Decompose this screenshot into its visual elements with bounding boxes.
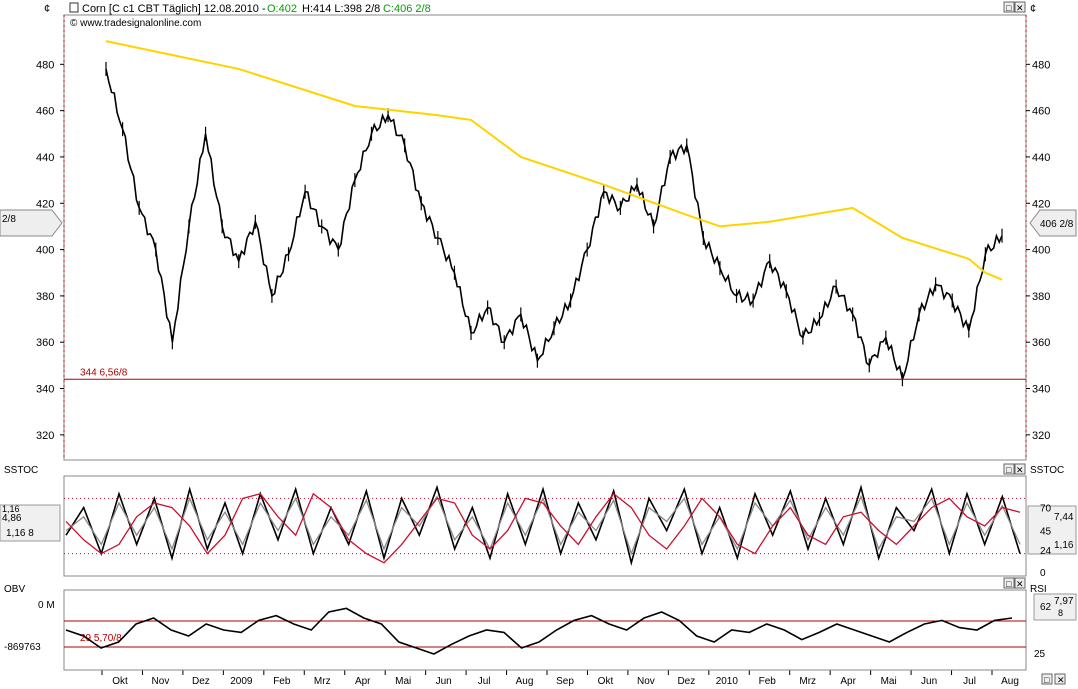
y-tick-label-left: 360 — [36, 337, 54, 349]
y-tick-label-left: 460 — [36, 106, 54, 118]
x-tick-label: Apr — [355, 676, 371, 687]
maximize-icon[interactable]: □ — [1006, 579, 1012, 589]
rsi-value: 7,97 — [1054, 596, 1074, 607]
stoch-tick-label: 24 — [1040, 546, 1052, 557]
x-tick-label: Mrz — [314, 676, 331, 687]
stoch-panel-controls[interactable]: □ ✕ — [1003, 463, 1026, 475]
stoch-left-value-2: 1,16 8 — [6, 528, 34, 539]
y-tick-label-left: 400 — [36, 245, 54, 257]
x-tick-label: Aug — [1001, 676, 1019, 687]
x-tick-label: Nov — [152, 676, 170, 687]
obv-panel-controls[interactable]: □ ✕ — [1003, 577, 1026, 589]
y-tick-label-right: 360 — [1032, 337, 1050, 349]
x-tick-label: Mai — [881, 676, 897, 687]
x-tick-label: Jul — [963, 676, 976, 687]
close-icon[interactable]: ✕ — [1057, 675, 1065, 685]
stoch-left-value-1: 4,86 — [2, 513, 22, 524]
maximize-icon[interactable]: □ — [1006, 3, 1012, 13]
copyright: © www.tradesignalonline.com — [70, 18, 201, 29]
left-price-tag: 2/8 — [0, 209, 63, 237]
x-tick-label: Feb — [759, 676, 777, 687]
stoch-tick-label: 0 — [1040, 568, 1046, 579]
stoch-tick-label: 70 — [1040, 504, 1052, 515]
x-tick-label: Dez — [677, 676, 695, 687]
y-tick-label-right: 320 — [1032, 430, 1050, 442]
y-tick-label-right: 480 — [1032, 59, 1050, 71]
ohlc-icon — [69, 2, 79, 13]
stoch-left-value-0: 1,16 — [2, 504, 20, 514]
obv-title[interactable]: OBV — [4, 584, 25, 595]
x-tick-label: Dez — [192, 676, 210, 687]
obv-value-label: -869763 — [4, 642, 41, 653]
x-tick-label: Aug — [516, 676, 534, 687]
rsi-value-sub: 8 — [1058, 608, 1063, 618]
x-tick-label: Apr — [840, 676, 856, 687]
stoch-right-value-2: 1,16 — [1054, 540, 1074, 551]
x-tick-label: 2009 — [230, 676, 253, 687]
chart-canvas: ¢ ¢ Corn [C c1 CBT Täglich] 12.08.2010 -… — [0, 1, 1077, 687]
x-tick-label: Nov — [637, 676, 655, 687]
left-price-tag-text: 2/8 — [2, 214, 16, 225]
x-tick-label: Mrz — [799, 676, 816, 687]
stochastic-panel — [63, 475, 1027, 577]
right-price-tag: 406 2/8 — [1029, 209, 1077, 237]
obv-zero-label: 0 M — [38, 600, 55, 611]
x-tick-label: Mai — [395, 676, 411, 687]
price-panel-controls[interactable]: □ ✕ — [1003, 1, 1026, 13]
stoch-tick-label: 45 — [1040, 527, 1052, 538]
y-tick-label-left: 420 — [36, 198, 54, 210]
close-icon[interactable]: ✕ — [1016, 465, 1024, 475]
support-label: 344 6,56/8 — [80, 367, 128, 378]
time-axis: Okt Nov Dez 2009 Feb Mrz Apr Mai Jun Jul Aug Sep Okt… — [64, 669, 1026, 687]
stoch-title-left[interactable]: SSTOC — [4, 465, 38, 476]
y-tick-label-left: 340 — [36, 384, 54, 396]
open-value: O:402 — [267, 3, 297, 15]
y-tick-label-right: 460 — [1032, 106, 1050, 118]
y-tick-label-right: 400 — [1032, 245, 1050, 257]
x-tick-label: Okt — [598, 676, 614, 687]
rsi-title[interactable]: RSI — [1030, 584, 1047, 595]
x-tick-label: 2010 — [716, 676, 739, 687]
bottom-controls[interactable]: □ ✕ — [1041, 673, 1066, 685]
close-icon[interactable]: ✕ — [1016, 3, 1024, 13]
stoch-title-right[interactable]: SSTOC — [1030, 465, 1064, 476]
close-value: C:406 2/8 — [383, 3, 431, 15]
y-tick-label-left: 440 — [36, 152, 54, 164]
y-tick-label-right: 420 — [1032, 198, 1050, 210]
currency-symbol-right: ¢ — [1030, 3, 1036, 15]
close-icon[interactable]: ✕ — [1016, 579, 1024, 589]
instrument-title: Corn [C c1 CBT Täglich] 12.08.2010 - — [82, 3, 266, 15]
x-tick-label: Jun — [921, 676, 937, 687]
x-tick-label: Feb — [273, 676, 291, 687]
y-tick-label-left: 480 — [36, 59, 54, 71]
currency-symbol: ¢ — [44, 3, 50, 15]
x-tick-label: Sep — [556, 676, 574, 687]
maximize-icon[interactable]: □ — [1044, 675, 1050, 685]
rsi-tick-25: 25 — [1034, 649, 1046, 660]
obv-rsi-panel — [63, 589, 1027, 671]
x-tick-label: Jul — [478, 676, 491, 687]
price-panel — [63, 14, 1027, 461]
y-tick-label-right: 340 — [1032, 384, 1050, 396]
y-tick-label-left: 380 — [36, 291, 54, 303]
right-price-tag-text: 406 2/8 — [1040, 219, 1074, 230]
maximize-icon[interactable]: □ — [1006, 465, 1012, 475]
x-tick-label: Jun — [436, 676, 452, 687]
y-tick-label-right: 380 — [1032, 291, 1050, 303]
x-tick-label: Okt — [112, 676, 128, 687]
y-tick-label-left: 320 — [36, 430, 54, 442]
high-low-value: H:414 L:398 2/8 — [302, 3, 380, 15]
rsi-tick-62: 62 — [1040, 602, 1052, 613]
y-tick-label-right: 440 — [1032, 152, 1050, 164]
stoch-right-value: 7,44 — [1054, 512, 1074, 523]
